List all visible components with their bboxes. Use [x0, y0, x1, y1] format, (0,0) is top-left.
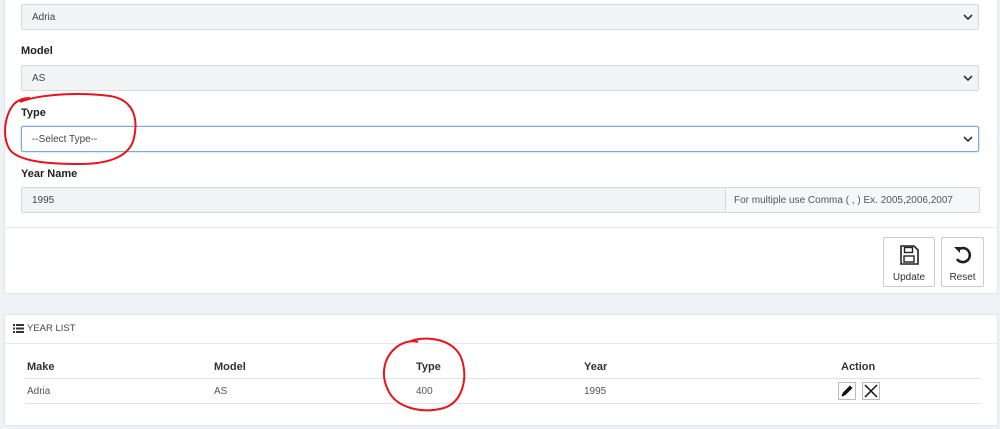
col-header-model[interactable]: Model — [214, 361, 246, 373]
col-header-type[interactable]: Type — [416, 361, 441, 373]
make-select[interactable]: Adria — [21, 4, 979, 30]
chevron-down-icon — [963, 136, 973, 143]
delete-button[interactable] — [862, 382, 880, 400]
update-button[interactable]: Update — [883, 237, 935, 287]
cell-model: AS — [214, 386, 228, 397]
make-select-value: Adria — [32, 12, 56, 23]
year-list-header: YEAR LIST — [5, 315, 997, 344]
col-header-make[interactable]: Make — [27, 361, 55, 373]
year-list-title: YEAR LIST — [27, 323, 76, 334]
reset-button-label: Reset — [949, 272, 976, 283]
type-select[interactable]: --Select Type-- — [21, 126, 979, 152]
type-select-value: --Select Type-- — [32, 134, 98, 145]
model-select[interactable]: AS — [21, 65, 979, 91]
year-form-panel: Adria Model AS Type --Select Type-- Year… — [4, 0, 998, 294]
table-header-divider — [25, 378, 980, 379]
year-name-label: Year Name — [21, 168, 78, 180]
year-hint-text: For multiple use Comma ( , ) Ex. 2005,20… — [734, 195, 953, 206]
list-icon — [13, 324, 24, 333]
col-header-year[interactable]: Year — [584, 361, 607, 373]
table-row-divider — [25, 403, 980, 404]
save-icon — [900, 245, 919, 265]
type-label: Type — [21, 107, 46, 119]
model-label: Model — [21, 45, 53, 57]
cell-make: Adria — [27, 386, 51, 397]
model-select-value: AS — [32, 73, 46, 84]
year-name-value: 1995 — [32, 195, 55, 206]
cell-type: 400 — [416, 386, 433, 397]
col-header-action: Action — [841, 361, 876, 373]
reset-icon — [953, 246, 971, 264]
chevron-down-icon — [963, 75, 973, 82]
reset-button[interactable]: Reset — [941, 237, 984, 287]
chevron-down-icon — [963, 14, 973, 21]
cell-year: 1995 — [584, 386, 607, 397]
edit-button[interactable] — [838, 382, 856, 400]
pencil-icon — [841, 385, 853, 397]
year-list-panel: YEAR LIST Make Model Type Year Action Ad… — [4, 314, 998, 426]
form-divider — [5, 227, 997, 228]
update-button-label: Update — [892, 272, 926, 283]
year-hint-addon: For multiple use Comma ( , ) Ex. 2005,20… — [725, 187, 980, 213]
close-icon — [864, 384, 878, 398]
year-name-input[interactable]: 1995 — [21, 187, 725, 213]
